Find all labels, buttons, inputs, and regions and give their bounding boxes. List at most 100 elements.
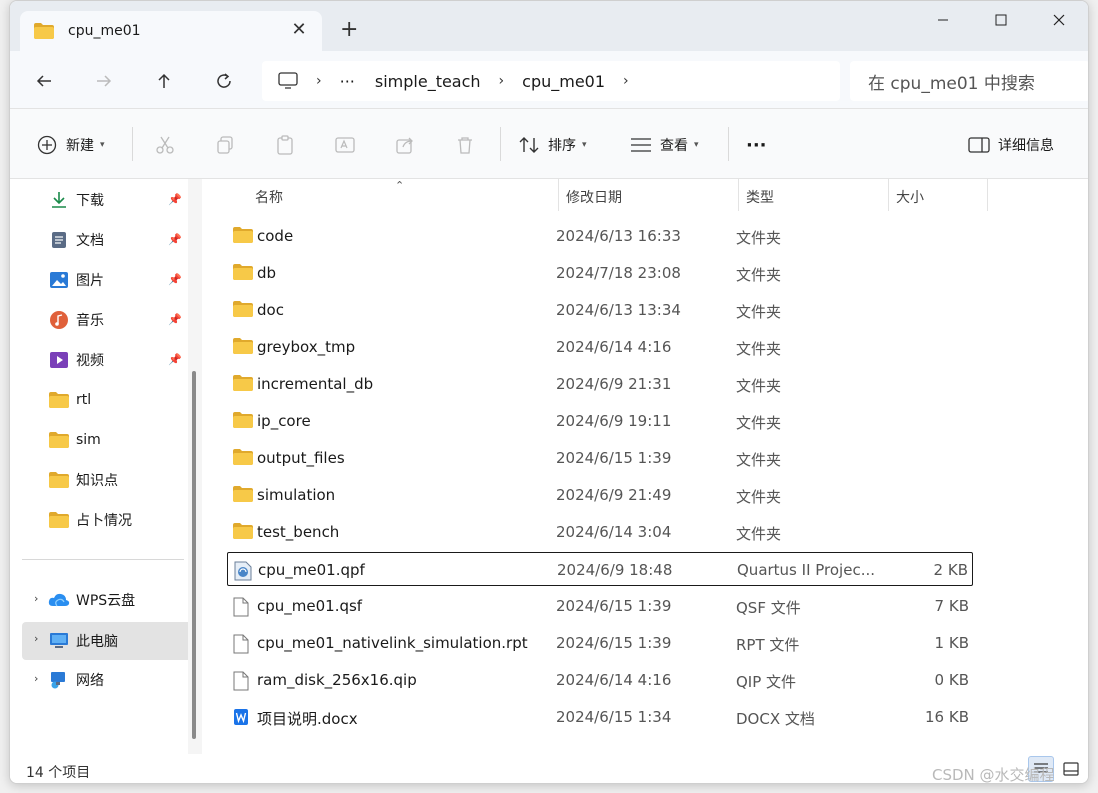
tab-title: cpu_me01: [68, 23, 141, 39]
sidebar-item-network[interactable]: › 网络: [22, 662, 182, 698]
file-name: greybox_tmp: [257, 338, 356, 356]
sidebar-item-label: 知识点: [76, 473, 118, 489]
new-tab-button[interactable]: +: [340, 19, 358, 41]
chevron-down-icon: ▾: [582, 140, 587, 150]
scissors-icon: [152, 132, 178, 158]
file-row[interactable]: 项目说明.docx 2024/6/15 1:34 DOCX 文档 16 KB: [227, 700, 973, 734]
file-row[interactable]: simulation 2024/6/9 21:49 文件夹: [227, 478, 973, 512]
pin-icon[interactable]: 📌: [168, 193, 182, 206]
column-divider[interactable]: [738, 179, 739, 211]
folder-icon: [233, 412, 253, 430]
sidebar-item-downloads[interactable]: 下载 📌: [22, 182, 182, 218]
sidebar-item-documents[interactable]: 文档 📌: [22, 222, 182, 258]
sidebar-item-music[interactable]: 音乐 📌: [22, 302, 182, 338]
minimize-button[interactable]: [920, 9, 966, 31]
sidebar-item-label: 此电脑: [76, 634, 118, 650]
file-row[interactable]: test_bench 2024/6/14 3:04 文件夹: [227, 515, 973, 549]
folder-icon: [233, 375, 253, 393]
share-button[interactable]: [392, 133, 418, 157]
up-button[interactable]: [150, 67, 178, 95]
file-name: code: [257, 227, 294, 245]
tab-close-icon[interactable]: ✕: [290, 21, 308, 39]
breadcrumb-cpu-me01[interactable]: cpu_me01: [522, 72, 605, 91]
pin-icon[interactable]: 📌: [168, 273, 182, 286]
refresh-button[interactable]: [210, 67, 238, 95]
arrow-left-icon: [36, 75, 51, 87]
file-row[interactable]: cpu_me01.qsf 2024/6/15 1:39 QSF 文件 7 KB: [227, 589, 973, 623]
paste-button[interactable]: [272, 133, 298, 157]
file-row[interactable]: cpu_me01.qpf 2024/6/9 18:48 Quartus II Pro…: [227, 552, 973, 586]
folder-icon: [233, 523, 253, 541]
column-divider[interactable]: [888, 179, 889, 211]
file-row[interactable]: doc 2024/6/13 13:34 文件夹: [227, 293, 973, 327]
chevron-right-icon[interactable]: ›: [499, 73, 505, 89]
back-button[interactable]: [30, 67, 58, 95]
chevron-right-icon[interactable]: ›: [34, 672, 38, 685]
search-input[interactable]: 在 cpu_me01 中搜索: [850, 61, 1088, 101]
forward-button[interactable]: [90, 67, 118, 95]
new-button[interactable]: 新建 ▾: [34, 133, 105, 157]
explorer-tab[interactable]: cpu_me01 ✕: [20, 11, 322, 51]
sort-button[interactable]: 排序 ▾: [516, 133, 587, 157]
sidebar-item-this-pc[interactable]: › 此电脑: [22, 622, 192, 660]
chevron-down-icon: ▾: [694, 140, 699, 150]
chevron-right-icon[interactable]: ›: [623, 73, 629, 89]
sidebar-item-videos[interactable]: 视频 📌: [22, 342, 182, 378]
rename-button[interactable]: [332, 133, 358, 157]
copy-button[interactable]: [212, 133, 238, 157]
file-row[interactable]: code 2024/6/13 16:33 文件夹: [227, 219, 973, 253]
column-divider[interactable]: [558, 179, 559, 211]
file-name: ip_core: [257, 412, 311, 430]
address-bar[interactable]: › ··· simple_teach › cpu_me01 ›: [262, 61, 840, 101]
sidebar-scrollbar[interactable]: [188, 179, 202, 754]
word-document-icon: [233, 708, 253, 726]
cut-button[interactable]: [152, 133, 178, 157]
breadcrumb-more[interactable]: ···: [340, 72, 355, 91]
chevron-right-icon[interactable]: ›: [34, 632, 38, 645]
column-header-size[interactable]: 大小: [896, 179, 924, 215]
minimize-icon: [938, 19, 948, 21]
pin-icon[interactable]: 📌: [168, 353, 182, 366]
file-row[interactable]: output_files 2024/6/15 1:39 文件夹: [227, 441, 973, 475]
file-explorer-window: cpu_me01 ✕ + › ··· simple_teach › cpu_me…: [9, 0, 1089, 784]
view-list-icon: [628, 132, 654, 158]
scrollbar-thumb[interactable]: [192, 371, 196, 739]
sidebar-item-sim[interactable]: sim: [22, 422, 182, 458]
file-type: 文件夹: [736, 340, 782, 358]
more-options-button[interactable]: ···: [746, 133, 767, 157]
maximize-button[interactable]: [978, 9, 1024, 31]
column-header-name[interactable]: 名称: [255, 179, 283, 215]
view-button[interactable]: 查看 ▾: [628, 133, 699, 157]
folder-icon: [233, 449, 253, 467]
file-row[interactable]: incremental_db 2024/6/9 21:31 文件夹: [227, 367, 973, 401]
sidebar-item-label: 视频: [76, 353, 104, 369]
file-row[interactable]: ip_core 2024/6/9 19:11 文件夹: [227, 404, 973, 438]
column-divider[interactable]: [987, 179, 988, 211]
documents-icon: [48, 229, 70, 251]
file-name: simulation: [257, 486, 336, 504]
details-pane-button[interactable]: 详细信息: [966, 133, 1054, 157]
file-row[interactable]: db 2024/7/18 23:08 文件夹: [227, 256, 973, 290]
file-row[interactable]: cpu_me01_nativelink_simulation.rpt 2024/6…: [227, 626, 973, 660]
file-row[interactable]: greybox_tmp 2024/6/14 4:16 文件夹: [227, 330, 973, 364]
pin-icon[interactable]: 📌: [168, 233, 182, 246]
sidebar-item-divination[interactable]: 占卜情况: [22, 502, 182, 538]
column-header-date[interactable]: 修改日期: [566, 179, 622, 215]
column-header-type[interactable]: 类型: [746, 179, 774, 215]
tiles-view-button[interactable]: [1058, 756, 1084, 782]
file-type: 文件夹: [736, 414, 782, 432]
chevron-right-icon[interactable]: ›: [34, 592, 38, 605]
sidebar-item-wps-cloud[interactable]: › WPS云盘: [22, 582, 182, 618]
chevron-right-icon[interactable]: ›: [316, 73, 322, 89]
delete-button[interactable]: [452, 133, 478, 157]
file-modified-date: 2024/6/13 13:34: [556, 301, 681, 319]
new-label: 新建: [66, 138, 94, 154]
breadcrumb-simple-teach[interactable]: simple_teach: [375, 72, 481, 91]
close-window-button[interactable]: [1036, 9, 1082, 31]
sidebar-item-pictures[interactable]: 图片 📌: [22, 262, 182, 298]
sidebar-item-knowledge[interactable]: 知识点: [22, 462, 182, 498]
toolbar-divider: [500, 127, 501, 161]
file-row[interactable]: ram_disk_256x16.qip 2024/6/14 4:16 QIP 文件 0…: [227, 663, 973, 697]
sidebar-item-rtl[interactable]: rtl: [22, 382, 182, 418]
pin-icon[interactable]: 📌: [168, 313, 182, 326]
